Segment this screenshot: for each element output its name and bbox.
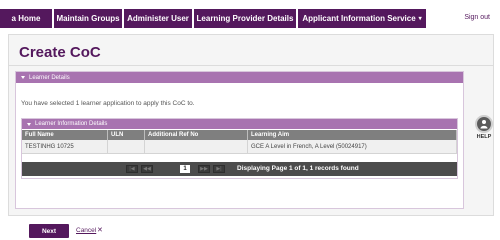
divider (9, 65, 493, 66)
learner-details-panel: Learner Details You have selected 1 lear… (15, 71, 464, 238)
table-cell-uln (108, 140, 145, 154)
current-page-number[interactable]: 1 (180, 165, 190, 173)
page-title: Create CoC (19, 44, 101, 61)
nav-home[interactable]: a Home (0, 9, 52, 28)
collapse-triangle-icon (27, 122, 31, 126)
collapse-triangle-icon (21, 76, 25, 79)
nav-administer-user[interactable]: Administer User (124, 9, 192, 28)
cancel-link[interactable]: Cancel (76, 227, 96, 234)
chevron-down-icon: ▾ (418, 16, 422, 22)
table-cell-additional-ref (145, 140, 248, 154)
nav-applicant-information-service[interactable]: Applicant Information Service ▾ (298, 9, 426, 28)
learner-information-header[interactable]: Learner Information Details (22, 119, 457, 129)
close-icon[interactable]: ✕ (97, 226, 103, 234)
sign-out-link[interactable]: Sign out (464, 14, 490, 21)
previous-page-button[interactable]: ◀◀ (141, 165, 153, 173)
selection-message: You have selected 1 learner application … (21, 100, 195, 107)
person-help-icon (475, 115, 493, 133)
table-cell-full-name: TESTINHG 10725 (22, 140, 108, 154)
next-page-button[interactable]: ▶▶ (198, 165, 210, 173)
first-page-button[interactable]: |◀ (126, 165, 138, 173)
nav-maintain-groups[interactable]: Maintain Groups (54, 9, 122, 28)
column-header-learning-aim[interactable]: Learning Aim (248, 130, 457, 140)
column-header-full-name[interactable]: Full Name (22, 130, 108, 140)
pagination-status: Displaying Page 1 of 1, 1 records found (237, 165, 359, 172)
last-page-button[interactable]: ▶| (213, 165, 225, 173)
pagination-bar: |◀ ◀◀ 1 ▶▶ ▶| Displaying Page 1 of 1, 1 … (22, 162, 457, 176)
main-content: Create CoC Learner Details You have sele… (8, 34, 495, 238)
column-header-additional-ref[interactable]: Additional Ref No (145, 130, 248, 140)
next-button[interactable]: Next (29, 224, 69, 238)
column-header-uln[interactable]: ULN (108, 130, 145, 140)
learner-details-header[interactable]: Learner Details (16, 72, 463, 83)
nav-learning-provider-details[interactable]: Learning Provider Details (194, 9, 296, 28)
learner-information-panel: Learner Information Details Full Name UL… (21, 118, 458, 179)
help-button[interactable]: HELP (473, 115, 495, 140)
help-label: HELP (476, 134, 492, 140)
top-navigation: a Home Maintain Groups Administer User L… (0, 0, 500, 30)
table-cell-learning-aim: GCE A Level in French, A Level (50024917… (248, 140, 457, 154)
